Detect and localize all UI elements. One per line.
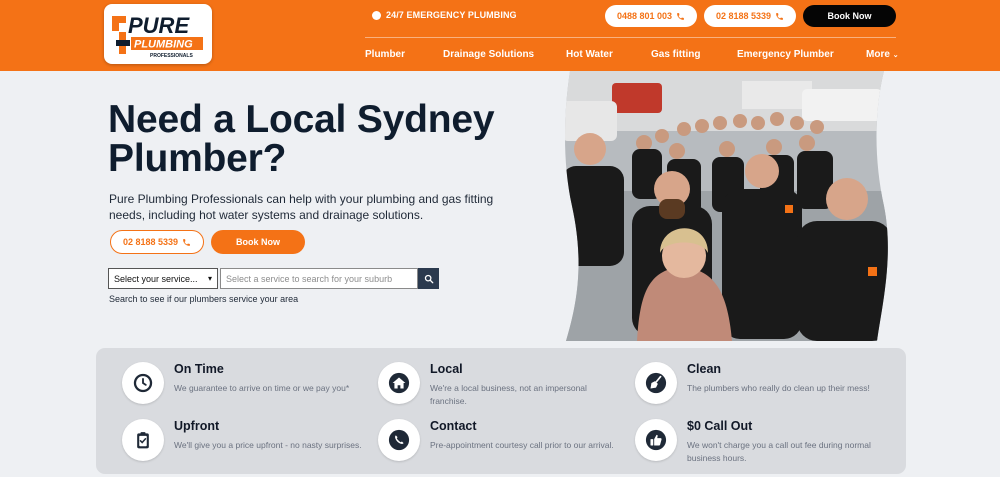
- search-button[interactable]: [418, 268, 439, 289]
- search-hint: Search to see if our plumbers service yo…: [109, 294, 299, 304]
- feature-desc: We'll give you a price upfront - no nast…: [174, 440, 362, 450]
- nav-gas-fitting[interactable]: Gas fitting: [651, 49, 700, 60]
- search-icon: [424, 274, 433, 283]
- landline-phone-label: 02 8188 5339: [715, 11, 772, 21]
- service-select-value: Select your service...: [114, 273, 198, 284]
- suburb-search-input[interactable]: [220, 268, 418, 289]
- chevron-down-icon: ⌄: [892, 52, 899, 59]
- page-title: Need a Local Sydney Plumber?: [108, 98, 495, 180]
- feature-desc: We guarantee to arrive on time or we pay…: [174, 383, 350, 393]
- emergency-text: 24/7 EMERGENCY PLUMBING: [386, 10, 517, 20]
- feature-icon-wrap: [635, 362, 677, 404]
- service-select[interactable]: Select your service... ▾: [108, 268, 218, 289]
- nav-drainage-solutions[interactable]: Drainage Solutions: [443, 49, 534, 60]
- site-header: PURE PLUMBING PROFESSIONALS 24/7 EMERGEN…: [0, 0, 1000, 71]
- feature-title: Clean: [687, 362, 722, 376]
- nav-emergency-plumber[interactable]: Emergency Plumber: [737, 49, 834, 60]
- svg-text:PROFESSIONALS: PROFESSIONALS: [150, 53, 193, 59]
- landline-phone-button[interactable]: 02 8188 5339: [704, 5, 796, 27]
- clipboard-icon: [137, 432, 149, 449]
- svg-text:PURE: PURE: [128, 13, 190, 38]
- feature-desc: We won't charge you a call out fee durin…: [687, 440, 871, 463]
- phone-icon: [388, 429, 410, 451]
- phone-icon: [776, 12, 783, 20]
- house-icon: [388, 372, 410, 394]
- nav-more[interactable]: More ⌄: [866, 49, 899, 60]
- feature-title: On Time: [174, 362, 224, 376]
- features-panel: On Time We guarantee to arrive on time o…: [96, 348, 906, 474]
- phone-icon: [677, 12, 684, 20]
- feature-title: Contact: [430, 419, 477, 433]
- hero-phone-button[interactable]: 02 8188 5339: [110, 230, 204, 254]
- header-divider: [365, 37, 896, 38]
- logo-graphic: PURE PLUMBING PROFESSIONALS: [112, 13, 203, 59]
- nav-hot-water[interactable]: Hot Water: [566, 49, 613, 60]
- feature-title: $0 Call Out: [687, 419, 753, 433]
- feature-desc: We're a local business, not an impersona…: [430, 383, 587, 406]
- team-photo: [565, 71, 888, 341]
- clock-icon: [133, 373, 153, 393]
- feature-icon-wrap: [378, 419, 420, 461]
- status-dot-icon: [372, 10, 381, 20]
- thumbs-up-icon: [645, 429, 667, 451]
- feature-icon-wrap: [378, 362, 420, 404]
- mobile-phone-label: 0488 801 003: [616, 11, 673, 21]
- feature-title: Upfront: [174, 419, 220, 433]
- logo[interactable]: PURE PLUMBING PROFESSIONALS: [104, 4, 212, 64]
- feature-desc: Pre-appointment courtesy call prior to o…: [430, 440, 614, 450]
- mobile-phone-button[interactable]: 0488 801 003: [605, 5, 697, 27]
- hero-phone-label: 02 8188 5339: [122, 237, 179, 247]
- book-now-header-button[interactable]: Book Now: [803, 5, 896, 27]
- phone-icon: [183, 238, 190, 246]
- feature-desc: The plumbers who really do clean up thei…: [687, 383, 870, 393]
- broom-icon: [645, 372, 667, 394]
- hero-book-now-button[interactable]: Book Now: [211, 230, 305, 254]
- feature-icon-wrap: [122, 362, 164, 404]
- hero-description: Pure Plumbing Professionals can help wit…: [109, 192, 494, 222]
- feature-icon-wrap: [635, 419, 677, 461]
- feature-icon-wrap: [122, 419, 164, 461]
- emergency-label: 24/7 EMERGENCY PLUMBING: [372, 10, 517, 20]
- select-arrow-icon: ▾: [207, 274, 212, 283]
- nav-plumber[interactable]: Plumber: [365, 49, 405, 60]
- feature-title: Local: [430, 362, 463, 376]
- nav-more-label: More: [866, 49, 890, 60]
- svg-text:PLUMBING: PLUMBING: [134, 39, 193, 51]
